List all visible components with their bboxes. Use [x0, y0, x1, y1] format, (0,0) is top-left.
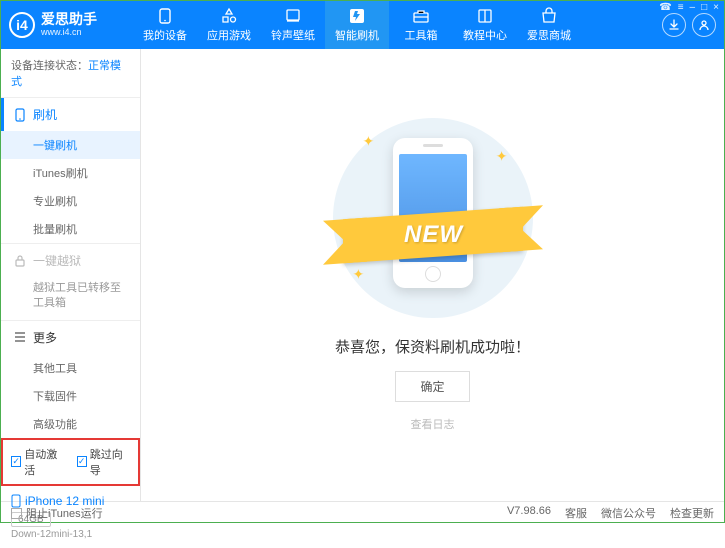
shop-icon	[540, 7, 558, 25]
update-link[interactable]: 检查更新	[670, 505, 714, 521]
sidebar-flash-title: 刷机	[33, 106, 57, 123]
skip-guide-label: 跳过向导	[90, 446, 130, 478]
version-label: V7.98.66	[507, 505, 551, 521]
titlebar: i4 爱思助手 www.i4.cn 我的设备 应用游戏 铃声壁纸 智能刷机 工具箱 教程中…	[1, 1, 724, 49]
sidebar-section-jailbreak[interactable]: 一键越狱	[1, 244, 140, 277]
nav-label: 铃声壁纸	[271, 27, 315, 43]
nav-device[interactable]: 我的设备	[133, 1, 197, 49]
logo-icon: i4	[9, 12, 35, 38]
flash-icon	[348, 7, 366, 25]
lock-icon	[13, 254, 27, 268]
sidebar-more-title: 更多	[33, 329, 57, 346]
connection-status: 设备连接状态：正常模式	[1, 49, 140, 97]
sidebar-item-flash-3[interactable]: 批量刷机	[1, 215, 140, 243]
connection-label: 设备连接状态：	[11, 60, 88, 72]
user-button[interactable]	[692, 13, 716, 37]
sidebar: 设备连接状态：正常模式 刷机 一键刷机iTunes刷机专业刷机批量刷机 一键越狱…	[1, 49, 141, 501]
sidebar-item-flash-0[interactable]: 一键刷机	[1, 131, 140, 159]
apps-icon	[220, 7, 238, 25]
sidebar-item-flash-2[interactable]: 专业刷机	[1, 187, 140, 215]
view-log-link[interactable]: 查看日志	[411, 416, 455, 432]
nav-book[interactable]: 教程中心	[453, 1, 517, 49]
menu-icon[interactable]: ≡	[678, 2, 684, 13]
support-link[interactable]: 客服	[565, 505, 587, 521]
nav-shop[interactable]: 爱思商城	[517, 1, 581, 49]
close-icon[interactable]: ×	[713, 2, 719, 13]
book-icon	[476, 7, 494, 25]
nav-label: 爱思商城	[527, 27, 571, 43]
device-firmware: Down-12mini-13,1	[11, 529, 130, 540]
sidebar-item-more-2[interactable]: 高级功能	[1, 410, 140, 438]
auto-activate-label: 自动激活	[24, 446, 64, 478]
wechat-link[interactable]: 微信公众号	[601, 505, 656, 521]
sidebar-jailbreak-title: 一键越狱	[33, 252, 81, 269]
device-icon	[156, 7, 174, 25]
nav-label: 工具箱	[405, 27, 438, 43]
jailbreak-note: 越狱工具已转移至工具箱	[1, 277, 140, 320]
sidebar-item-more-1[interactable]: 下载固件	[1, 382, 140, 410]
block-itunes-checkbox[interactable]: 阻止iTunes运行	[11, 505, 103, 521]
auto-activate-checkbox[interactable]: ✓自动激活	[11, 446, 65, 478]
app-name: 爱思助手	[41, 12, 97, 27]
nav-label: 教程中心	[463, 27, 507, 43]
app-logo: i4 爱思助手 www.i4.cn	[9, 12, 133, 38]
toolbox-icon	[412, 7, 430, 25]
sidebar-item-flash-1[interactable]: iTunes刷机	[1, 159, 140, 187]
options-row: ✓自动激活 ✓跳过向导	[1, 438, 140, 486]
ribbon-text: NEW	[403, 221, 462, 249]
sidebar-section-flash[interactable]: 刷机	[1, 98, 140, 131]
sidebar-section-more[interactable]: 更多	[1, 321, 140, 354]
minimize-icon[interactable]: –	[690, 2, 696, 13]
device-icon	[13, 108, 27, 122]
success-message: 恭喜您，保资料刷机成功啦！	[335, 336, 530, 357]
nav-apps[interactable]: 应用游戏	[197, 1, 261, 49]
maximize-icon[interactable]: □	[701, 2, 707, 13]
main-content: ✦ ✦ ✦ NEW 恭喜您，保资料刷机成功啦！ 确定 查看日志	[141, 49, 724, 501]
nav-toolbox[interactable]: 工具箱	[389, 1, 453, 49]
menu-icon	[13, 330, 27, 344]
success-illustration: ✦ ✦ ✦ NEW	[333, 118, 533, 318]
download-button[interactable]	[662, 13, 686, 37]
main-nav: 我的设备 应用游戏 铃声壁纸 智能刷机 工具箱 教程中心 爱思商城	[133, 1, 662, 49]
nav-flash[interactable]: 智能刷机	[325, 1, 389, 49]
skip-guide-checkbox[interactable]: ✓跳过向导	[77, 446, 131, 478]
app-url: www.i4.cn	[41, 28, 97, 38]
sidebar-item-more-0[interactable]: 其他工具	[1, 354, 140, 382]
music-icon	[284, 7, 302, 25]
nav-label: 应用游戏	[207, 27, 251, 43]
nav-music[interactable]: 铃声壁纸	[261, 1, 325, 49]
ok-button[interactable]: 确定	[395, 371, 469, 402]
contact-icon[interactable]: ☎	[659, 2, 671, 13]
nav-label: 智能刷机	[335, 27, 379, 43]
nav-label: 我的设备	[143, 27, 187, 43]
